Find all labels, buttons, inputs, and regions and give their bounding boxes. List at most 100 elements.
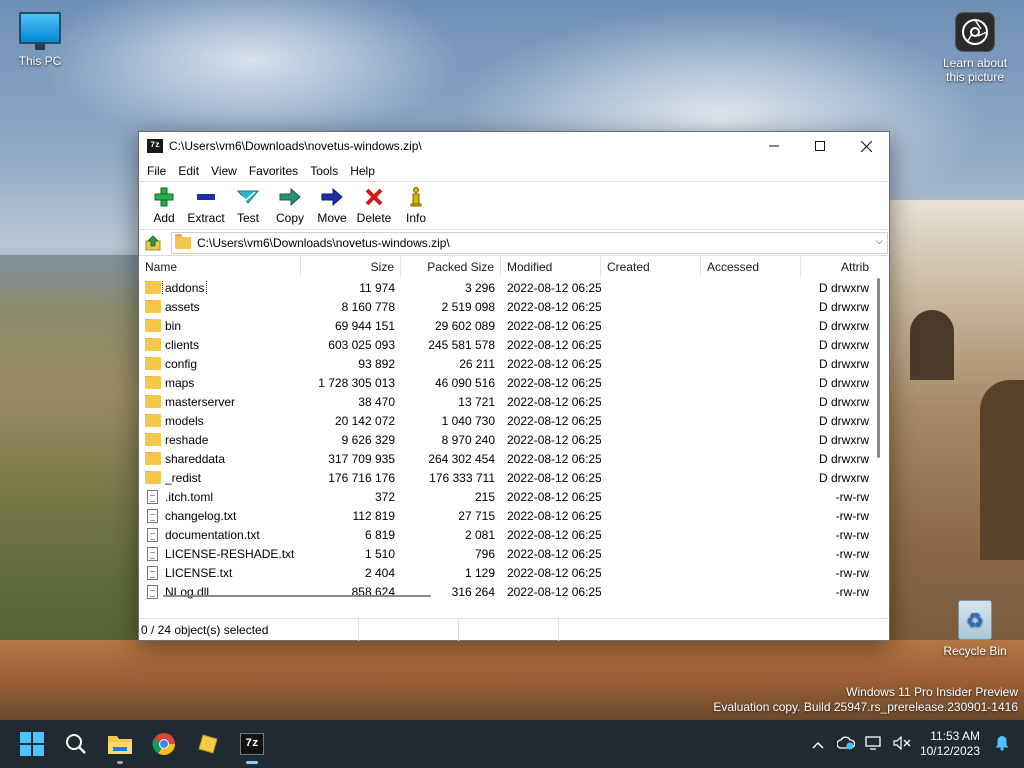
column-header-attrib[interactable]: Attrib (801, 256, 875, 278)
cell-modified: 2022-08-12 06:25 (507, 299, 601, 314)
cell-size: 6 819 (364, 527, 395, 542)
cell-modified: 2022-08-12 06:25 (507, 337, 601, 352)
file-name: config (165, 356, 198, 371)
chrome-button[interactable] (142, 722, 186, 766)
menu-view[interactable]: View (205, 164, 243, 178)
status-cell (359, 618, 459, 641)
desktop-icon-this-pc[interactable]: This PC (0, 12, 80, 68)
table-row[interactable]: .itch.toml 372 215 2022-08-12 06:25 -rw-rw (139, 487, 889, 506)
menu-favorites[interactable]: Favorites (243, 164, 304, 178)
chevron-down-icon[interactable]: ⌵ (875, 236, 883, 247)
menu-edit[interactable]: Edit (172, 164, 205, 178)
delete-button[interactable]: Delete (353, 186, 395, 225)
table-row[interactable]: documentation.txt 6 819 2 081 2022-08-12 06… (139, 525, 889, 544)
table-row[interactable]: assets 8 160 778 2 519 098 2022-08-12 06:25… (139, 297, 889, 316)
notification-bell-icon[interactable] (988, 735, 1016, 754)
minimize-button[interactable] (751, 132, 797, 160)
vertical-scrollbar[interactable] (877, 278, 880, 458)
file-name: clients (165, 337, 200, 352)
start-button[interactable] (10, 722, 54, 766)
address-input[interactable]: C:\Users\vm6\Downloads\novetus-windows.z… (171, 231, 888, 254)
table-row[interactable]: _redist 176 716 176 176 333 711 2022-08-12 … (139, 468, 889, 487)
maximize-icon (815, 141, 825, 151)
clock[interactable]: 11:53 AM 10/12/2023 (916, 729, 988, 759)
copy-button[interactable]: Copy (269, 186, 311, 225)
up-folder-button[interactable] (143, 233, 163, 253)
cell-modified: 2022-08-12 06:25 (507, 584, 601, 599)
extract-button[interactable]: Extract (185, 186, 227, 225)
title-bar[interactable]: 7z C:\Users\vm6\Downloads\novetus-window… (139, 132, 889, 160)
desktop-icon-recycle-bin[interactable]: ♻ Recycle Bin (935, 600, 1015, 658)
add-label: Add (153, 211, 175, 225)
cell-attrib: D drwxrw (819, 413, 869, 428)
cloud-info-icon[interactable] (832, 736, 860, 753)
cell-modified: 2022-08-12 06:25 (507, 375, 601, 390)
table-row[interactable]: LICENSE-RESHADE.txt 1 510 796 2022-08-12 06… (139, 544, 889, 563)
file-list: Name Size Packed Size Modified Created A… (139, 256, 889, 599)
menu-help[interactable]: Help (344, 164, 381, 178)
system-tray: 11:53 AM 10/12/2023 (804, 720, 1024, 768)
table-row[interactable]: maps 1 728 305 013 46 090 516 2022-08-12 06… (139, 373, 889, 392)
column-header-modified[interactable]: Modified (501, 256, 601, 278)
cell-size: 2 404 (364, 565, 395, 580)
network-icon[interactable] (860, 735, 888, 753)
menu-file[interactable]: File (141, 164, 172, 178)
cell-size: 603 025 093 (328, 337, 395, 352)
delete-label: Delete (356, 211, 392, 225)
file-name: documentation.txt (165, 527, 260, 542)
cell-size: 11 974 (359, 280, 395, 295)
table-row[interactable]: models 20 142 072 1 040 730 2022-08-12 06:2… (139, 411, 889, 430)
chrome-icon (152, 733, 175, 755)
watermark-line: Evaluation copy. Build 25947.rs_prerelea… (713, 700, 1018, 714)
file-explorer-button[interactable] (98, 722, 142, 766)
menu-bar: File Edit View Favorites Tools Help (139, 160, 889, 182)
7zip-app-icon: 7z (147, 139, 163, 153)
cell-attrib: D drwxrw (819, 375, 869, 390)
cell-packed-size: 215 (474, 489, 495, 504)
desktop-icon-learn[interactable]: Learn about this picture (934, 12, 1016, 84)
table-row[interactable]: shareddata 317 709 935 264 302 454 2022-08-… (139, 449, 889, 468)
table-row[interactable]: clients 603 025 093 245 581 578 2022-08-12 … (139, 335, 889, 354)
menu-tools[interactable]: Tools (304, 164, 344, 178)
cell-name: reshade (139, 432, 301, 447)
cell-packed-size: 26 211 (459, 356, 495, 371)
recycle-bin-icon: ♻ (958, 600, 992, 640)
7zip-taskbar-button[interactable]: 7z (230, 722, 274, 766)
column-header-accessed[interactable]: Accessed (701, 256, 801, 278)
maximize-button[interactable] (797, 132, 843, 160)
file-icon (147, 489, 158, 504)
folder-icon (145, 318, 161, 332)
table-row[interactable]: masterserver 38 470 13 721 2022-08-12 06:25… (139, 392, 889, 411)
column-header-name[interactable]: Name (139, 256, 301, 278)
cell-packed-size: 245 581 578 (428, 337, 495, 352)
cell-name: _redist (139, 470, 301, 485)
chevron-up-icon[interactable] (804, 736, 832, 752)
volume-muted-icon[interactable] (888, 735, 916, 753)
cell-name: LICENSE.txt (139, 565, 301, 580)
table-row[interactable]: config 93 892 26 211 2022-08-12 06:25 D drwx… (139, 354, 889, 373)
folder-icon (145, 470, 161, 484)
table-row[interactable]: reshade 9 626 329 8 970 240 2022-08-12 06:2… (139, 430, 889, 449)
status-cell (459, 618, 559, 641)
column-header-size[interactable]: Size (301, 256, 401, 278)
column-header-created[interactable]: Created (601, 256, 701, 278)
move-button[interactable]: Move (311, 186, 353, 225)
horizontal-scrollbar[interactable] (163, 595, 431, 597)
minimize-icon (769, 145, 779, 147)
table-row[interactable]: bin 69 944 151 29 602 089 2022-08-12 06:25 D… (139, 316, 889, 335)
column-header-packed-size[interactable]: Packed Size (401, 256, 501, 278)
table-row[interactable]: changelog.txt 112 819 27 715 2022-08-12 06:… (139, 506, 889, 525)
close-button[interactable] (843, 132, 889, 160)
test-button[interactable]: Test (227, 186, 269, 225)
info-label: Info (405, 211, 426, 225)
info-button[interactable]: Info (395, 186, 437, 225)
add-button[interactable]: Add (143, 186, 185, 225)
7zip-window: 7z C:\Users\vm6\Downloads\novetus-window… (138, 131, 890, 641)
table-row[interactable]: addons 11 974 3 296 2022-08-12 06:25 D drwxr… (139, 278, 889, 297)
table-row[interactable]: LICENSE.txt 2 404 1 129 2022-08-12 06:25 -rw… (139, 563, 889, 582)
search-button[interactable] (54, 722, 98, 766)
folder-icon (145, 337, 161, 351)
file-name: models (165, 413, 204, 428)
sticky-notes-button[interactable] (186, 722, 230, 766)
folder-icon (145, 356, 161, 370)
